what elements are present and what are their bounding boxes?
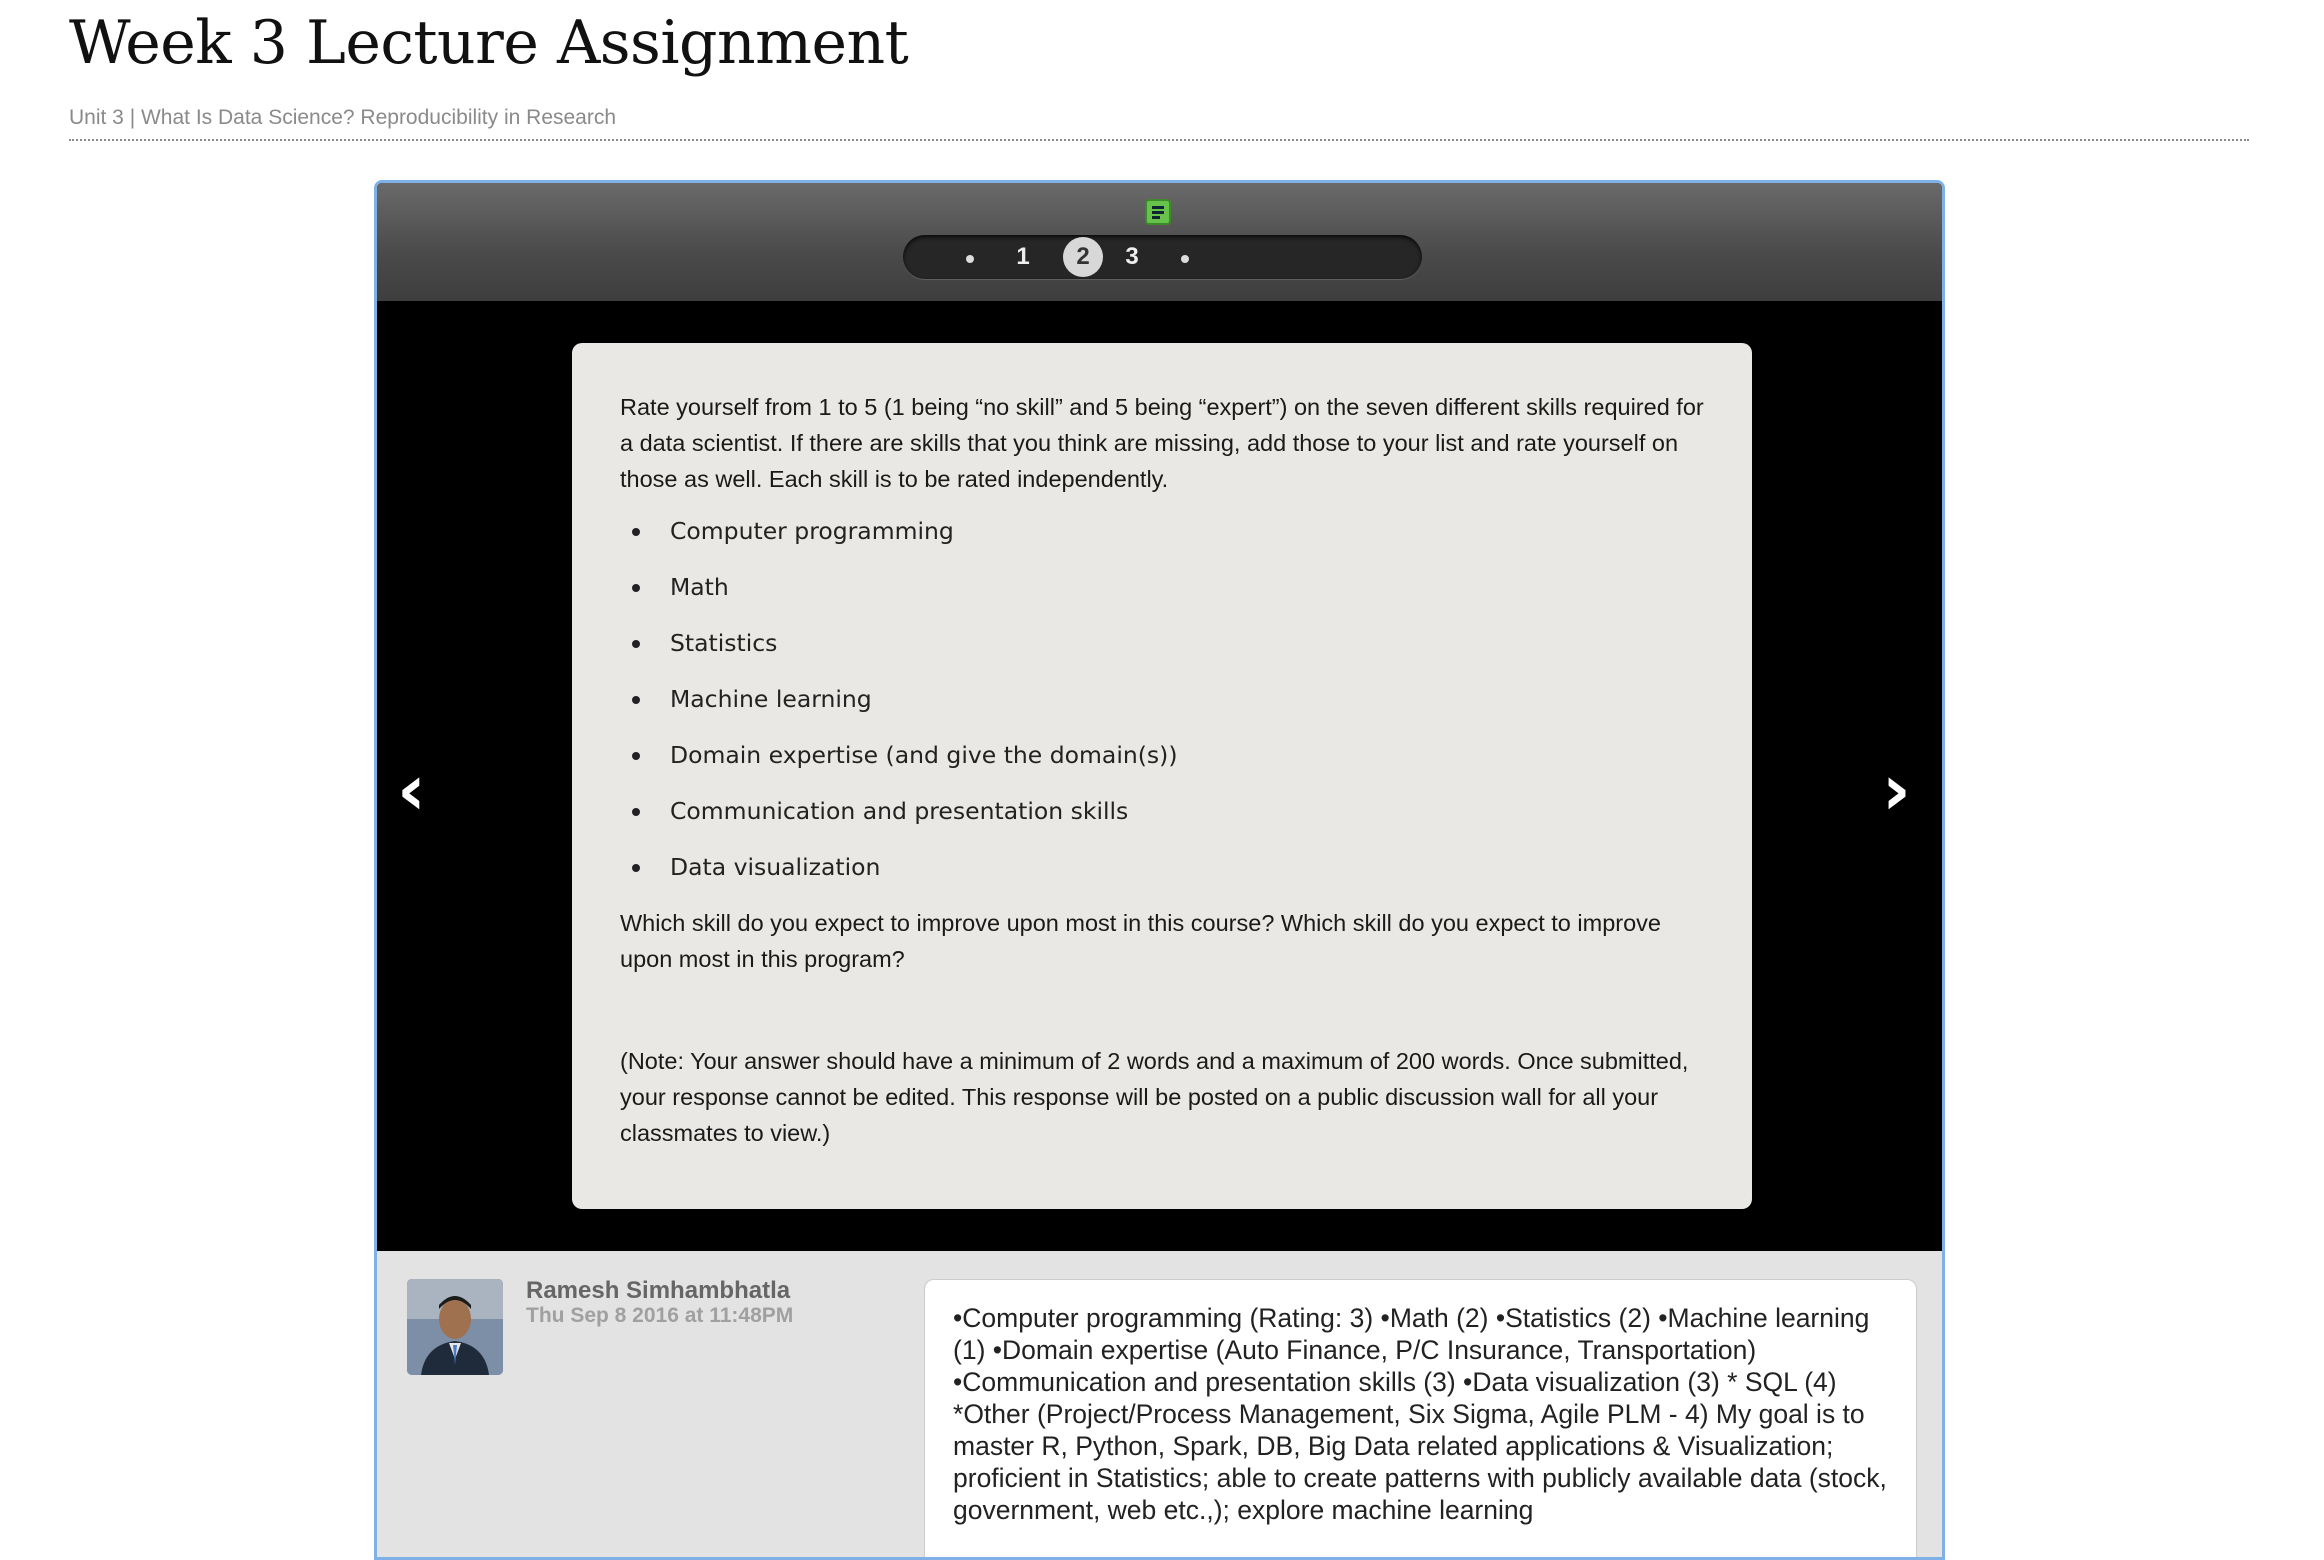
skill-item: Machine learning [620,671,1704,727]
slide-note: (Note: Your answer should have a minimum… [620,1048,1689,1146]
slide-pager: 1 2 3 [903,235,1422,279]
pager-page-1[interactable]: 1 [1003,241,1043,273]
pager-prev-dot[interactable] [966,255,974,263]
slides-icon[interactable] [1145,199,1171,225]
breadcrumb[interactable]: Unit 3 | What Is Data Science? Reproduci… [69,106,616,130]
pager-page-3[interactable]: 3 [1112,241,1152,273]
response-section: Ramesh Simhambhatla Thu Sep 8 2016 at 11… [377,1251,1942,1557]
response-text: •Computer programming (Rating: 3) •Math … [924,1279,1917,1557]
slide-question: Which skill do you expect to improve upo… [620,910,1661,972]
viewer-header: 1 2 3 [377,183,1942,301]
skill-item: Communication and presentation skills [620,783,1704,839]
prev-slide-arrow-icon[interactable]: ‹ [397,755,426,825]
slide-viewer: 1 2 3 ‹ › Rate yourself from 1 to 5 (1 b… [374,180,1945,1560]
title-divider [69,139,2249,141]
response-timestamp: Thu Sep 8 2016 at 11:48PM [526,1304,794,1327]
next-slide-arrow-icon[interactable]: › [1882,755,1911,825]
pager-page-2[interactable]: 2 [1063,237,1103,277]
skill-item: Statistics [620,615,1704,671]
skill-item: Math [620,559,1704,615]
skill-item: Domain expertise (and give the domain(s)… [620,727,1704,783]
skills-list: Computer programming Math Statistics Mac… [620,503,1704,895]
slide-content: Rate yourself from 1 to 5 (1 being “no s… [572,343,1752,1209]
avatar [407,1279,503,1375]
slide-intro: Rate yourself from 1 to 5 (1 being “no s… [620,394,1704,492]
response-author[interactable]: Ramesh Simhambhatla [526,1277,790,1305]
skill-item: Computer programming [620,503,1704,559]
skill-item: Data visualization [620,839,1704,895]
page-title: Week 3 Lecture Assignment [69,8,909,78]
pager-next-dot[interactable] [1181,255,1189,263]
